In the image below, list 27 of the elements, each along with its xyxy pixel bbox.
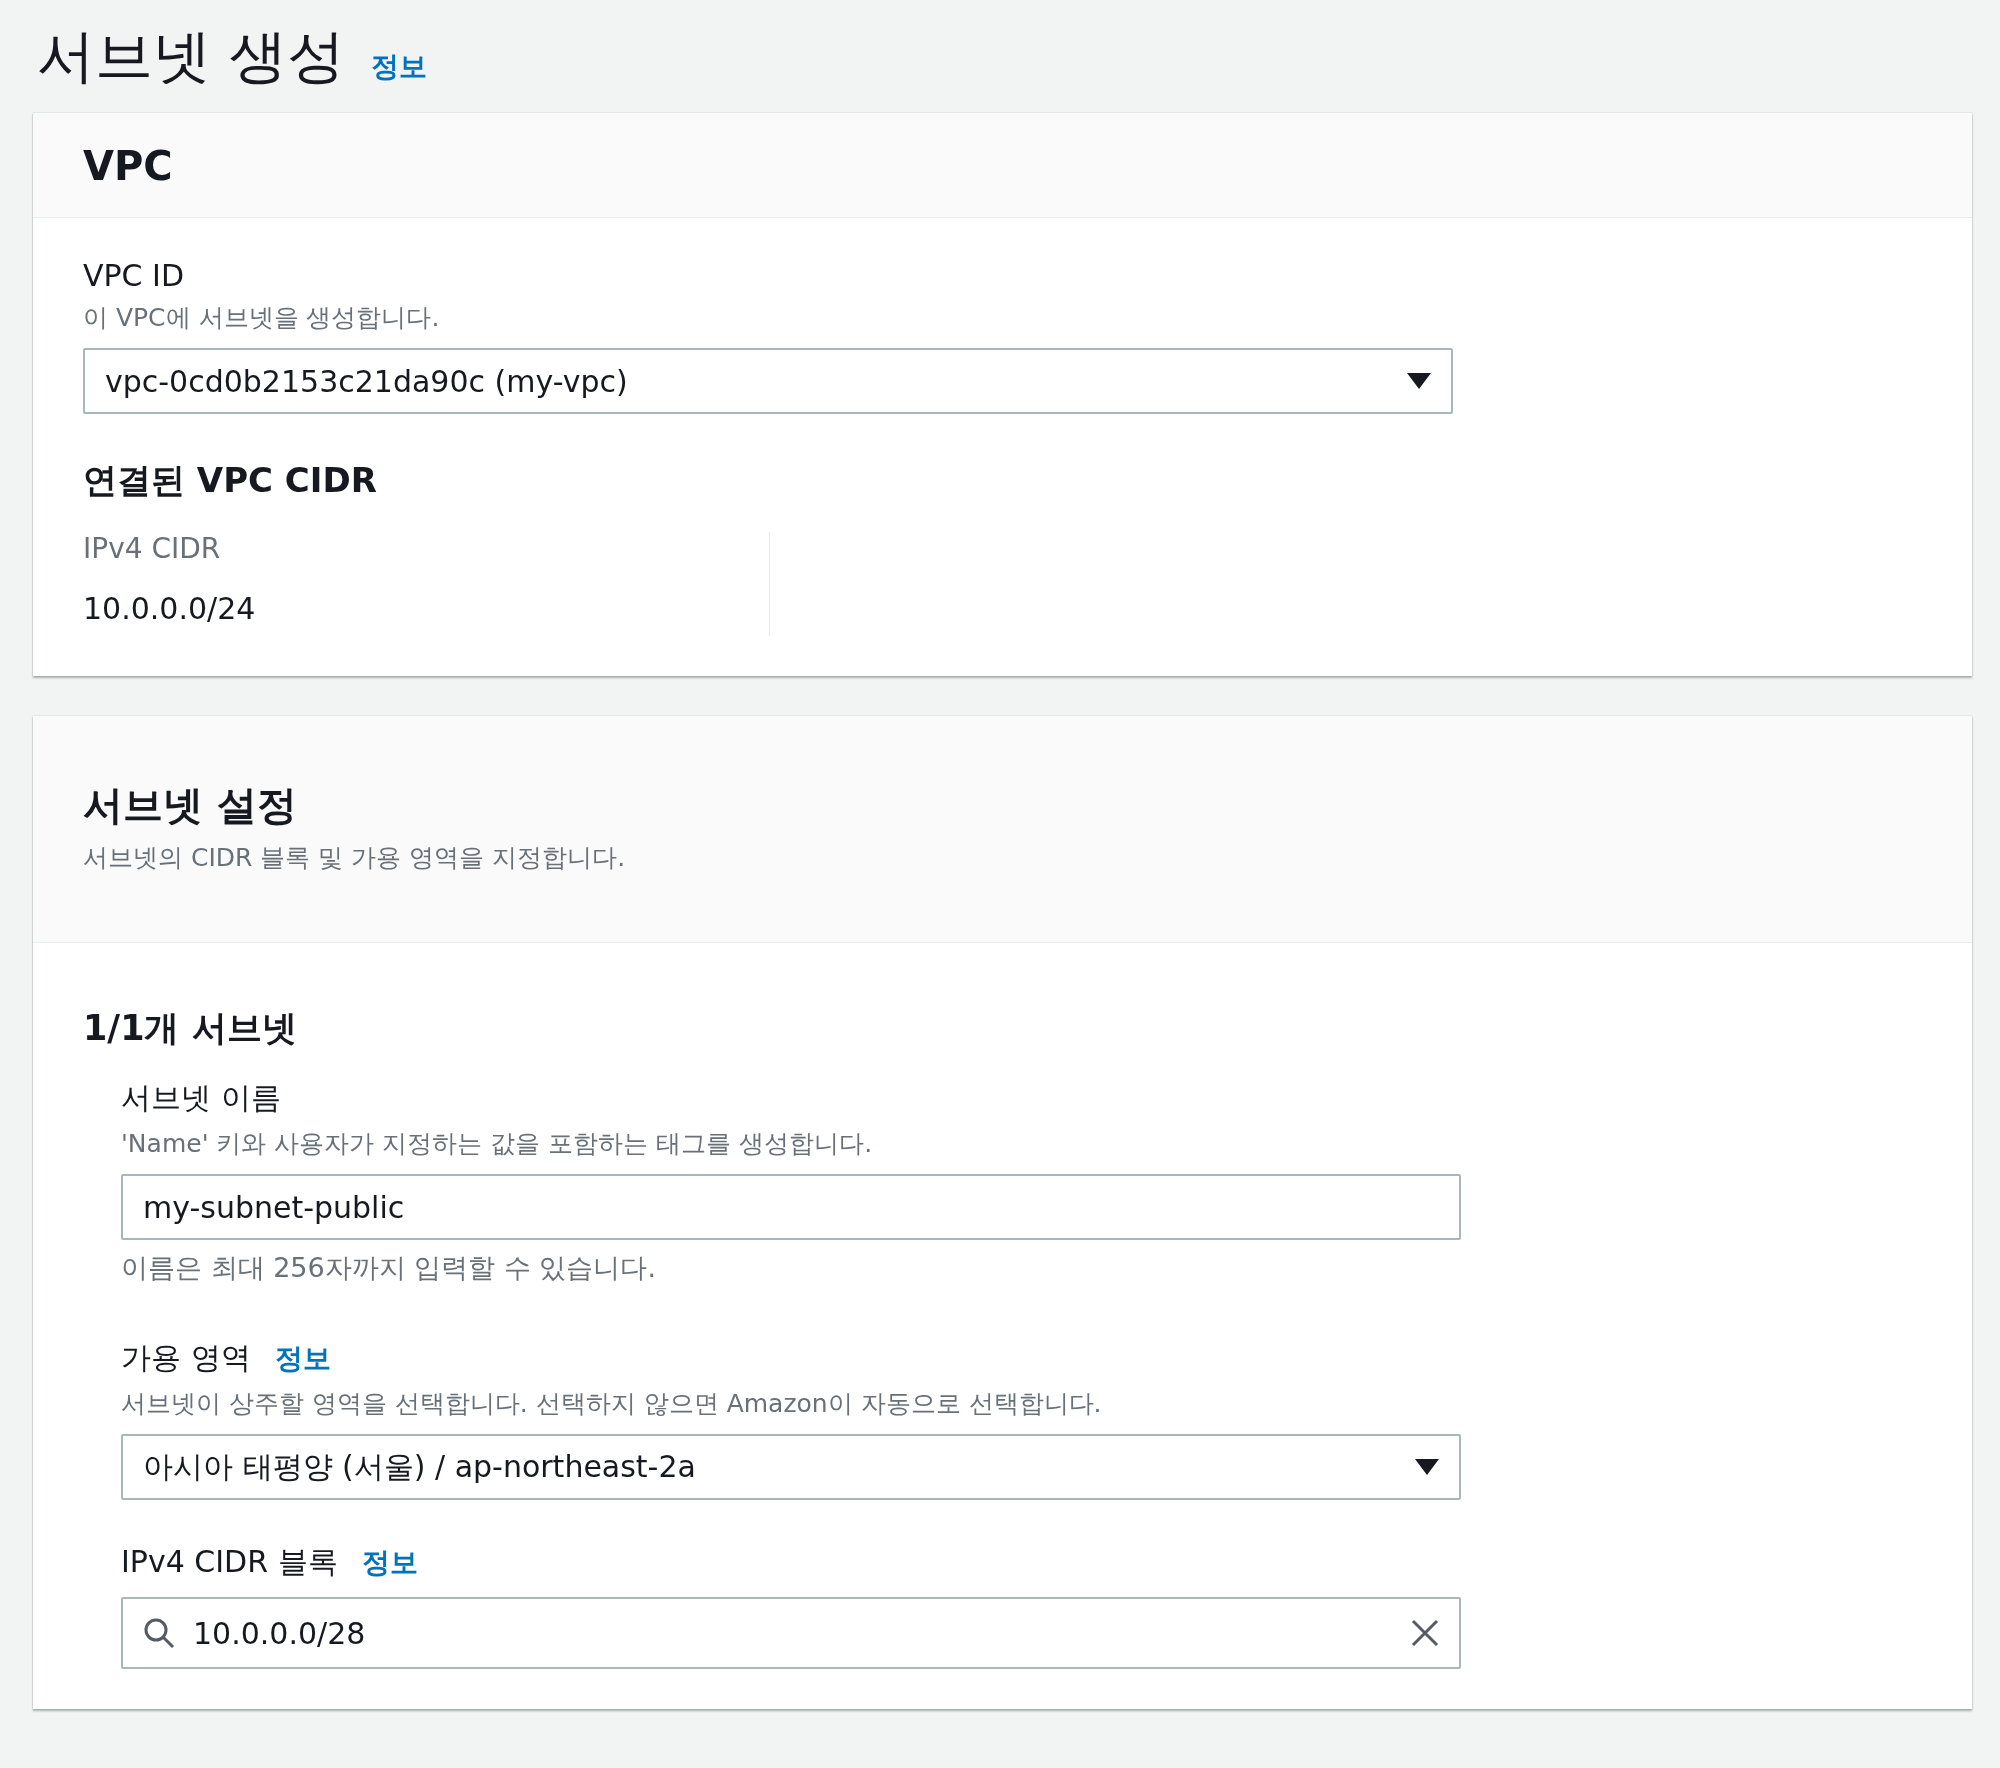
search-icon xyxy=(143,1617,175,1649)
availability-zone-select[interactable]: 아시아 태평양 (서울) / ap-northeast-2a xyxy=(121,1434,1461,1500)
field-description: 'Name' 키와 사용자가 지정하는 값을 포함하는 태그를 생성합니다. xyxy=(121,1128,874,1160)
vpc-select[interactable]: vpc-0cd0b2153c21da90c (my-vpc) xyxy=(83,348,1453,414)
section-description: 서브넷의 CIDR 블록 및 가용 영역을 지정합니다. xyxy=(83,842,627,874)
field-hint: 이름은 최대 256자까지 입력할 수 있습니다. xyxy=(121,1251,658,1285)
page-title: 서브넷 생성 xyxy=(37,21,346,92)
section-heading: VPC xyxy=(83,143,174,189)
cidr-heading: 연결된 VPC CIDR xyxy=(83,459,378,502)
field-label: 가용 영역 xyxy=(121,1339,251,1377)
info-link[interactable]: 정보 xyxy=(371,48,428,86)
caret-down-icon xyxy=(1407,373,1431,389)
cidr-search-field[interactable]: 10.0.0.0/28 xyxy=(121,1597,1461,1669)
subnet-name-input[interactable]: my-subnet-public xyxy=(121,1174,1461,1240)
cidr-value: 10.0.0.0/24 xyxy=(83,591,257,626)
info-link[interactable]: 정보 xyxy=(361,1544,418,1582)
field-label: IPv4 CIDR 블록 xyxy=(121,1543,338,1581)
close-icon[interactable] xyxy=(1411,1619,1439,1647)
cidr-label: IPv4 CIDR xyxy=(83,532,222,565)
field-description: 이 VPC에 서브넷을 생성합니다. xyxy=(83,302,441,334)
caret-down-icon xyxy=(1415,1459,1439,1475)
section-heading: 서브넷 설정 xyxy=(83,781,298,830)
field-description: 서브넷이 상주할 영역을 선택합니다. 선택하지 않으면 Amazon이 자동으로 선택합니다. xyxy=(121,1388,1103,1420)
info-link[interactable]: 정보 xyxy=(274,1340,331,1378)
subnet-count-heading: 1/1개 서브넷 xyxy=(83,1007,298,1050)
field-label: VPC ID xyxy=(83,258,185,293)
field-label: 서브넷 이름 xyxy=(121,1079,281,1117)
